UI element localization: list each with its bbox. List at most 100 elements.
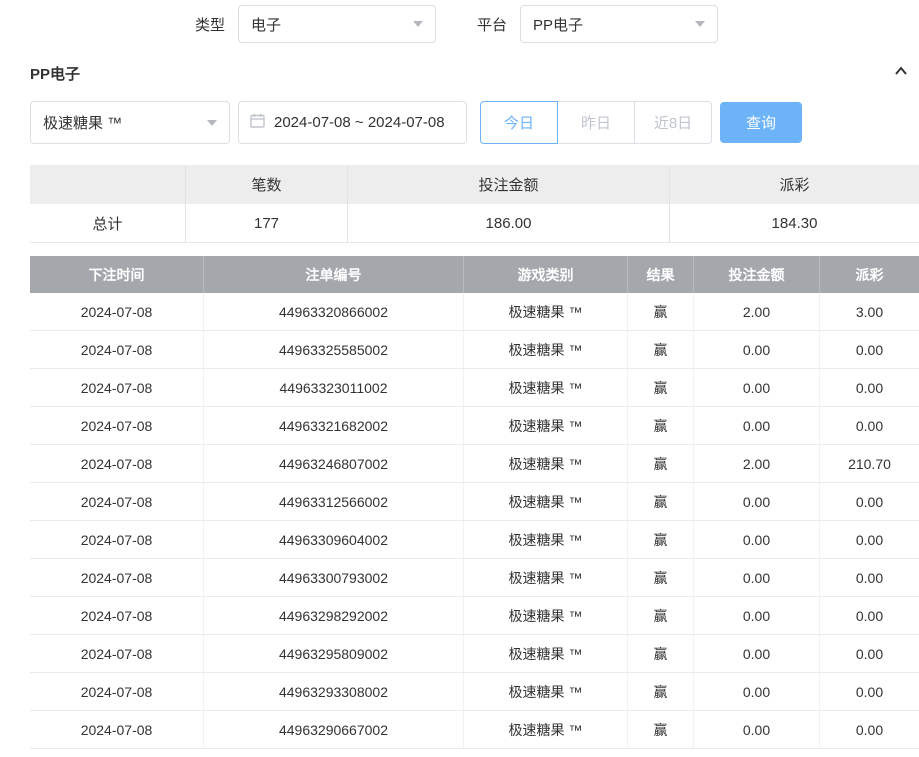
calendar-icon	[250, 113, 265, 133]
summary-total-payout: 184.30	[670, 204, 919, 243]
cell-payout: 210.70	[820, 445, 919, 482]
cell-bet-amount: 2.00	[694, 445, 820, 482]
cell-bet-id: 44963325585002	[204, 331, 464, 368]
platform-select[interactable]: PP电子	[520, 5, 718, 43]
cell-game-type: 极速糖果 ™	[464, 293, 628, 330]
table-row: 2024-07-08 44963323011002 极速糖果 ™ 赢 0.00 …	[30, 369, 919, 407]
cell-bet-amount: 0.00	[694, 597, 820, 634]
cell-bet-id: 44963309604002	[204, 521, 464, 558]
cell-bet-amount: 0.00	[694, 483, 820, 520]
cell-result: 赢	[628, 483, 694, 520]
header-bet-amount: 投注金额	[694, 256, 820, 293]
cell-game-type: 极速糖果 ™	[464, 331, 628, 368]
cell-bet-amount: 0.00	[694, 559, 820, 596]
header-game-type: 游戏类别	[464, 256, 628, 293]
table-row: 2024-07-08 44963290667002 极速糖果 ™ 赢 0.00 …	[30, 711, 919, 749]
chevron-down-icon	[695, 21, 705, 27]
cell-result: 赢	[628, 445, 694, 482]
cell-game-type: 极速糖果 ™	[464, 711, 628, 748]
cell-bet-time: 2024-07-08	[30, 483, 204, 520]
quick-date-button-group: 今日 昨日 近8日	[480, 101, 712, 144]
cell-game-type: 极速糖果 ™	[464, 483, 628, 520]
summary-header-count: 笔数	[186, 165, 348, 204]
cell-bet-id: 44963290667002	[204, 711, 464, 748]
platform-select-value: PP电子	[533, 14, 583, 35]
cell-game-type: 极速糖果 ™	[464, 521, 628, 558]
today-button[interactable]: 今日	[480, 101, 558, 144]
cell-game-type: 极速糖果 ™	[464, 369, 628, 406]
cell-bet-amount: 0.00	[694, 711, 820, 748]
cell-bet-id: 44963320866002	[204, 293, 464, 330]
cell-bet-amount: 0.00	[694, 635, 820, 672]
cell-game-type: 极速糖果 ™	[464, 445, 628, 482]
cell-game-type: 极速糖果 ™	[464, 635, 628, 672]
filter-bar: 类型 电子 平台 PP电子	[0, 5, 919, 43]
cell-bet-time: 2024-07-08	[30, 635, 204, 672]
yesterday-button[interactable]: 昨日	[557, 101, 635, 144]
game-select[interactable]: 极速糖果 ™	[30, 101, 230, 144]
cell-bet-id: 44963298292002	[204, 597, 464, 634]
summary-total-label: 总计	[30, 204, 186, 243]
header-payout: 派彩	[820, 256, 919, 293]
cell-payout: 0.00	[820, 521, 919, 558]
controls-bar: 极速糖果 ™ 2024-07-08 ~ 2024-07-08 今日 昨日 近8日…	[0, 101, 919, 144]
summary-table: 笔数 投注金额 派彩 总计 177 186.00 184.30	[30, 165, 919, 243]
cell-payout: 0.00	[820, 369, 919, 406]
bet-records-table: 下注时间 注单编号 游戏类别 结果 投注金额 派彩 2024-07-08 449…	[30, 256, 919, 749]
cell-result: 赢	[628, 521, 694, 558]
table-row: 2024-07-08 44963246807002 极速糖果 ™ 赢 2.00 …	[30, 445, 919, 483]
cell-bet-id: 44963312566002	[204, 483, 464, 520]
table-row: 2024-07-08 44963298292002 极速糖果 ™ 赢 0.00 …	[30, 597, 919, 635]
cell-payout: 0.00	[820, 711, 919, 748]
cell-bet-id: 44963246807002	[204, 445, 464, 482]
summary-total-count: 177	[186, 204, 348, 243]
cell-payout: 0.00	[820, 635, 919, 672]
header-result: 结果	[628, 256, 694, 293]
cell-payout: 0.00	[820, 407, 919, 444]
cell-bet-time: 2024-07-08	[30, 521, 204, 558]
last-8-days-button[interactable]: 近8日	[634, 101, 712, 144]
summary-total-bet-amount: 186.00	[348, 204, 670, 243]
table-row: 2024-07-08 44963321682002 极速糖果 ™ 赢 0.00 …	[30, 407, 919, 445]
header-bet-time: 下注时间	[30, 256, 204, 293]
type-label: 类型	[195, 14, 225, 35]
date-range-value: 2024-07-08 ~ 2024-07-08	[274, 114, 445, 131]
cell-result: 赢	[628, 597, 694, 634]
cell-payout: 0.00	[820, 559, 919, 596]
chevron-up-icon	[893, 64, 909, 83]
summary-total-row: 总计 177 186.00 184.30	[30, 204, 919, 243]
type-select-value: 电子	[251, 14, 281, 35]
cell-result: 赢	[628, 407, 694, 444]
type-select[interactable]: 电子	[238, 5, 436, 43]
cell-bet-id: 44963323011002	[204, 369, 464, 406]
summary-header-bet-amount: 投注金额	[348, 165, 670, 204]
cell-bet-time: 2024-07-08	[30, 597, 204, 634]
cell-game-type: 极速糖果 ™	[464, 407, 628, 444]
cell-game-type: 极速糖果 ™	[464, 673, 628, 710]
cell-bet-amount: 0.00	[694, 673, 820, 710]
cell-result: 赢	[628, 635, 694, 672]
cell-game-type: 极速糖果 ™	[464, 559, 628, 596]
section-title: PP电子	[30, 63, 80, 84]
cell-bet-time: 2024-07-08	[30, 331, 204, 368]
summary-header-payout: 派彩	[670, 165, 919, 204]
cell-bet-time: 2024-07-08	[30, 407, 204, 444]
table-row: 2024-07-08 44963325585002 极速糖果 ™ 赢 0.00 …	[30, 331, 919, 369]
cell-bet-id: 44963300793002	[204, 559, 464, 596]
table-row: 2024-07-08 44963300793002 极速糖果 ™ 赢 0.00 …	[30, 559, 919, 597]
cell-result: 赢	[628, 673, 694, 710]
table-row: 2024-07-08 44963293308002 极速糖果 ™ 赢 0.00 …	[30, 673, 919, 711]
cell-result: 赢	[628, 331, 694, 368]
cell-result: 赢	[628, 559, 694, 596]
table-row: 2024-07-08 44963295809002 极速糖果 ™ 赢 0.00 …	[30, 635, 919, 673]
cell-bet-amount: 0.00	[694, 407, 820, 444]
cell-bet-amount: 0.00	[694, 521, 820, 558]
query-button[interactable]: 查询	[720, 102, 802, 143]
collapse-section-button[interactable]	[893, 64, 909, 83]
cell-bet-time: 2024-07-08	[30, 673, 204, 710]
cell-bet-time: 2024-07-08	[30, 445, 204, 482]
cell-bet-time: 2024-07-08	[30, 293, 204, 330]
date-range-picker[interactable]: 2024-07-08 ~ 2024-07-08	[238, 101, 467, 144]
cell-bet-id: 44963295809002	[204, 635, 464, 672]
cell-result: 赢	[628, 369, 694, 406]
